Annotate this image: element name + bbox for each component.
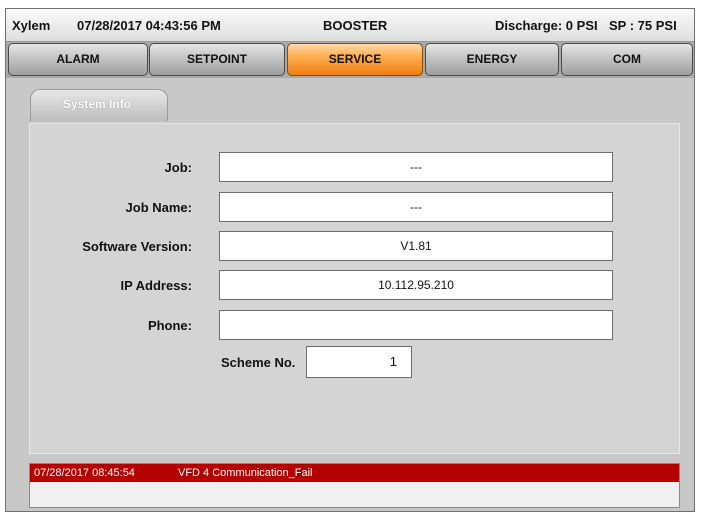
mode-label: BOOSTER <box>323 18 388 33</box>
content-area: System Info Job: --- Job Name: --- Softw… <box>6 78 694 511</box>
setpoint-label: SP : 75 PSI <box>609 18 677 33</box>
tab-setpoint[interactable]: SETPOINT <box>149 43 285 76</box>
job-name-label: Job Name: <box>125 200 192 215</box>
tab-alarm[interactable]: ALARM <box>8 43 148 76</box>
phone-field[interactable] <box>219 310 613 340</box>
alarm-message: VFD 4 Communication_Fail <box>178 467 313 479</box>
tab-system-info[interactable]: System Info <box>30 89 168 121</box>
discharge-label: Discharge: 0 PSI <box>495 18 598 33</box>
hmi-window: Xylem 07/28/2017 04:43:56 PM BOOSTER Dis… <box>5 8 695 512</box>
alarm-row[interactable]: 07/28/2017 08:45:54 VFD 4 Communication_… <box>30 464 679 482</box>
ip-address-label: IP Address: <box>120 278 192 293</box>
software-version-label: Software Version: <box>82 239 192 254</box>
tab-com[interactable]: COM <box>561 43 693 76</box>
software-version-field[interactable]: V1.81 <box>219 231 613 261</box>
title-bar: Xylem 07/28/2017 04:43:56 PM BOOSTER Dis… <box>6 9 694 42</box>
scheme-no-field[interactable]: 1 <box>306 346 412 378</box>
brand-label: Xylem <box>12 18 51 33</box>
system-info-panel: Job: --- Job Name: --- Software Version:… <box>29 123 680 454</box>
alarm-time: 07/28/2017 08:45:54 <box>34 467 135 479</box>
job-field[interactable]: --- <box>219 152 613 182</box>
tab-service[interactable]: SERVICE <box>287 43 423 76</box>
job-name-field[interactable]: --- <box>219 192 613 222</box>
alarm-banner: 07/28/2017 08:45:54 VFD 4 Communication_… <box>29 463 680 508</box>
scheme-no-label: Scheme No. <box>221 355 296 370</box>
ip-address-field[interactable]: 10.112.95.210 <box>219 270 613 300</box>
phone-label: Phone: <box>147 318 192 333</box>
nav-bar: ALARM SETPOINT SERVICE ENERGY COM <box>6 42 694 78</box>
job-label: Job: <box>164 160 192 175</box>
tab-energy[interactable]: ENERGY <box>425 43 559 76</box>
datetime-label: 07/28/2017 04:43:56 PM <box>77 18 221 33</box>
